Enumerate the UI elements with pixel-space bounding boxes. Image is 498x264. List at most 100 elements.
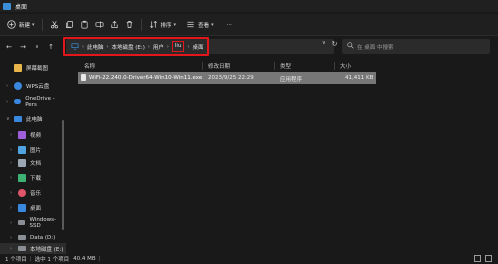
clipboard-icon [80, 20, 89, 29]
toolbar-divider [41, 18, 43, 31]
search-box[interactable]: 在 桌面 中搜索 [342, 39, 490, 54]
chevron-right-icon[interactable]: › [10, 220, 18, 226]
explorer-app-icon [3, 2, 11, 10]
download-icon [18, 173, 26, 182]
file-size: 41,411 KB [345, 75, 374, 81]
chevron-right-icon[interactable]: › [10, 235, 18, 241]
tiles-view-icon[interactable] [485, 255, 492, 262]
video-icon [18, 130, 26, 139]
status-bar: 1 个项目 | 选中 1 个项目 40.4 MB | [0, 254, 498, 264]
sidebar-item-drive-e[interactable]: › 本地磁盘 (E:) [0, 243, 66, 254]
sidebar-item-pictures[interactable]: › 图片 [0, 144, 66, 155]
status-divider: | [29, 256, 32, 262]
column-divider[interactable] [202, 62, 203, 70]
search-placeholder: 在 桌面 中搜索 [357, 44, 394, 51]
new-label: 新建 [19, 22, 31, 29]
exe-file-icon [81, 74, 86, 81]
selected-size: 40.4 MB [73, 256, 96, 262]
chevron-right-icon[interactable]: › [6, 83, 14, 89]
chevron-down-icon: ▾ [173, 21, 177, 28]
chevron-down-icon[interactable]: ∨ [6, 116, 14, 122]
chevron-right-icon[interactable]: › [10, 175, 18, 181]
column-divider[interactable] [274, 62, 275, 70]
drive-icon [17, 220, 26, 225]
file-name[interactable]: WiFi-22.240.0-Driver64-Win10-Win11.exe [89, 75, 202, 81]
desktop-icon [18, 203, 26, 212]
search-icon [347, 42, 354, 51]
sidebar-item-label: 屏幕截图 [26, 65, 49, 72]
share-icon [110, 20, 119, 29]
sidebar-item-label: 图片 [30, 147, 42, 154]
chevron-down-icon[interactable]: ∨ [322, 40, 326, 48]
copy-button[interactable] [62, 17, 77, 33]
share-button[interactable] [107, 17, 122, 33]
sidebar-item-data-d[interactable]: › Data (D:) [0, 232, 66, 243]
onedrive-icon [13, 99, 22, 104]
toolbar-divider [140, 18, 142, 31]
chevron-right-icon[interactable]: › [10, 132, 18, 138]
paste-button[interactable] [77, 17, 92, 33]
chevron-right-icon[interactable]: › [10, 160, 18, 166]
back-arrow-icon[interactable]: ← [4, 42, 14, 52]
sidebar-item-label: WPS云盘 [26, 83, 50, 90]
sidebar-item-desktop[interactable]: › 桌面 [0, 202, 66, 213]
window-title: 桌面 [15, 3, 28, 11]
column-header-size[interactable]: 大小 [340, 62, 351, 70]
sidebar-item-label: 桌面 [30, 205, 42, 212]
sidebar-item-videos[interactable]: › 视频 [0, 129, 66, 140]
details-view-icon[interactable] [474, 255, 481, 262]
sort-button[interactable]: 排序 ▾ [146, 17, 180, 33]
view-toggles [474, 255, 492, 262]
chevron-down-icon[interactable]: ∨ [32, 42, 42, 52]
new-button[interactable]: 新建 ▾ [4, 17, 38, 33]
refresh-icon[interactable]: ↻ [332, 40, 338, 48]
status-divider: | [98, 256, 101, 262]
column-header-type[interactable]: 类型 [280, 62, 291, 70]
sidebar-item-label: 此电脑 [26, 116, 43, 123]
sidebar-item-documents[interactable]: › 文档 [0, 157, 66, 168]
sidebar-item-downloads[interactable]: › 下载 [0, 172, 66, 183]
chevron-right-icon[interactable]: › [10, 147, 18, 153]
view-label: 查看 [198, 22, 210, 29]
view-button[interactable]: 查看 ▾ [183, 17, 217, 33]
navigation-pane: 屏幕截图 › WPS云盘 › OneDrive - Pers ∨ 此电脑 › 视… [0, 62, 66, 254]
sidebar-item-music[interactable]: › 音乐 [0, 187, 66, 198]
forward-arrow-icon[interactable]: → [18, 42, 28, 52]
column-header-modified[interactable]: 修改日期 [208, 62, 230, 70]
column-header-name[interactable]: 名称 [84, 62, 95, 70]
cloud-icon [14, 81, 22, 90]
sidebar-item-this-pc[interactable]: ∨ 此电脑 [0, 113, 66, 124]
chevron-down-icon: ▾ [32, 21, 35, 28]
chevron-right-icon[interactable]: › [6, 99, 14, 105]
chevron-right-icon[interactable]: › [10, 246, 18, 252]
up-arrow-icon[interactable]: ↑ [46, 42, 56, 52]
command-bar: 新建 ▾ 排序 ▾ 查看 ▾ ··· [0, 14, 498, 36]
sidebar-item-label: 文档 [30, 160, 42, 167]
sidebar-item-label: Data (D:) [30, 234, 56, 241]
rename-icon [95, 20, 104, 29]
more-options-button[interactable]: ··· [221, 17, 235, 33]
sort-icon [149, 20, 158, 29]
sidebar-item-windows-ssd[interactable]: › Windows-SSD [0, 217, 66, 229]
highlight-annotation [63, 37, 209, 56]
rename-button[interactable] [92, 17, 107, 33]
computer-icon [14, 115, 22, 122]
sidebar-item-wps-cloud[interactable]: › WPS云盘 [0, 80, 66, 91]
sidebar-item-screenshots[interactable]: 屏幕截图 [0, 62, 66, 73]
cut-button[interactable] [47, 17, 62, 33]
sidebar-item-onedrive[interactable]: › OneDrive - Pers [0, 96, 66, 108]
scissors-icon [50, 20, 59, 29]
picture-icon [18, 145, 26, 154]
chevron-right-icon[interactable]: › [10, 205, 18, 211]
sidebar-scrollbar[interactable] [62, 120, 64, 230]
chevron-right-icon[interactable]: › [10, 190, 18, 196]
item-count: 1 个项目 [5, 257, 27, 263]
delete-button[interactable] [122, 17, 137, 33]
column-divider[interactable] [334, 62, 335, 70]
drive-icon [18, 235, 26, 240]
selected-count: 选中 1 个项目 [34, 257, 70, 263]
sidebar-item-label: 视频 [30, 132, 42, 139]
music-icon [18, 188, 26, 197]
more-icon: ··· [226, 21, 232, 28]
trash-icon [125, 20, 134, 29]
